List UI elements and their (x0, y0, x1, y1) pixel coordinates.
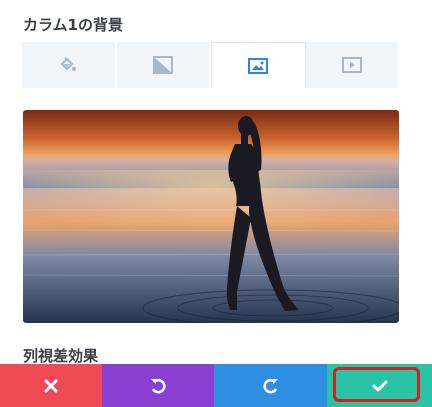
tab-image[interactable] (211, 42, 306, 88)
video-icon (341, 57, 362, 73)
gradient-icon (152, 56, 173, 74)
background-type-tabs (22, 42, 398, 88)
save-button[interactable] (327, 364, 432, 407)
section-title: カラム1の背景 (23, 16, 123, 34)
close-button[interactable] (0, 364, 102, 407)
tab-gradient[interactable] (117, 42, 211, 88)
undo-button[interactable] (102, 364, 214, 407)
redo-icon (262, 378, 278, 393)
image-icon (248, 57, 269, 74)
sunset-beach-image (23, 110, 399, 323)
check-icon (372, 380, 387, 391)
tab-color[interactable] (22, 42, 117, 88)
redo-button[interactable] (214, 364, 327, 407)
close-icon (44, 379, 58, 392)
background-image-preview[interactable] (23, 110, 399, 323)
tab-video[interactable] (306, 42, 399, 88)
paint-bucket-icon (60, 57, 77, 71)
parallax-section-title: 列視差効果 (23, 347, 99, 365)
action-bar (0, 364, 432, 407)
undo-icon (151, 378, 166, 393)
